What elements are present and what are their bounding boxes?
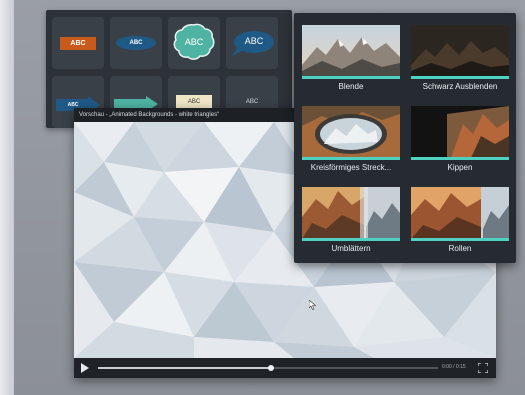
- schwarz-ausblenden-thumbnail: [411, 25, 509, 77]
- callout-text: ABC: [187, 99, 201, 105]
- time-readout: 0:00 / 0:15: [442, 364, 466, 370]
- callout-tile-orange-rect[interactable]: ABC: [52, 17, 104, 69]
- transition-schwarz-ausblenden[interactable]: Schwarz Ausblenden: [408, 18, 512, 94]
- transition-rollen[interactable]: Rollen: [408, 180, 512, 256]
- umblaettern-thumbnail: [302, 187, 400, 239]
- orange-rectangle-callout: ABC: [60, 37, 96, 50]
- left-canvas-edge: [0, 0, 14, 395]
- callout-tile-teal-cloud[interactable]: ABC: [168, 17, 220, 69]
- scrubber-progress: [98, 367, 272, 369]
- transition-label: Schwarz Ausblenden: [422, 82, 498, 91]
- play-icon[interactable]: [81, 363, 89, 373]
- callout-text: ABC: [244, 36, 264, 46]
- transition-label: Kreisförmiges Streck...: [310, 163, 392, 172]
- transition-label: Umblättern: [331, 244, 371, 253]
- fullscreen-icon[interactable]: [478, 363, 488, 373]
- rollen-thumbnail: [411, 187, 509, 239]
- transition-label: Rollen: [448, 244, 472, 253]
- scrubber-handle[interactable]: [268, 365, 275, 371]
- blende-thumbnail: [302, 25, 400, 77]
- callout-text: ABC: [184, 37, 204, 47]
- plain-text-callout: ABC: [234, 95, 270, 109]
- selection-bar: [411, 76, 509, 79]
- mouse-cursor-icon: [309, 300, 316, 310]
- scrubber-track[interactable]: [98, 365, 438, 371]
- transition-label: Kippen: [447, 163, 473, 172]
- selection-bar: [302, 157, 400, 160]
- callout-tile-blue-speech[interactable]: ABC: [226, 17, 278, 69]
- cloud-label-wrap: ABC: [171, 35, 217, 49]
- cream-note-callout: ABC: [176, 95, 212, 109]
- transition-umblaettern[interactable]: Umblättern: [299, 180, 403, 256]
- selection-bar: [302, 238, 400, 241]
- speech-label-wrap: ABC: [234, 34, 274, 48]
- transitions-panel: Blende Schwarz Ausblenden Kreisförmiges …: [294, 13, 516, 263]
- callout-text: ABC: [129, 40, 143, 46]
- selection-bar: [411, 157, 509, 160]
- callout-text: ABC: [245, 99, 259, 105]
- kippen-thumbnail: [411, 106, 509, 158]
- callout-text: ABC: [70, 40, 86, 47]
- playback-controls: 0:00 / 0:15: [74, 358, 496, 378]
- callout-tile-blue-oval[interactable]: ABC: [110, 17, 162, 69]
- selection-bar: [411, 238, 509, 241]
- transition-kreisfoermiges-strecken[interactable]: Kreisförmiges Streck...: [299, 99, 403, 175]
- kreisfoermiges-thumbnail: [302, 106, 400, 158]
- transition-blende[interactable]: Blende: [299, 18, 403, 94]
- selection-bar: [302, 76, 400, 79]
- transition-label: Blende: [338, 82, 364, 91]
- blue-oval-callout: ABC: [116, 36, 156, 50]
- transition-kippen[interactable]: Kippen: [408, 99, 512, 175]
